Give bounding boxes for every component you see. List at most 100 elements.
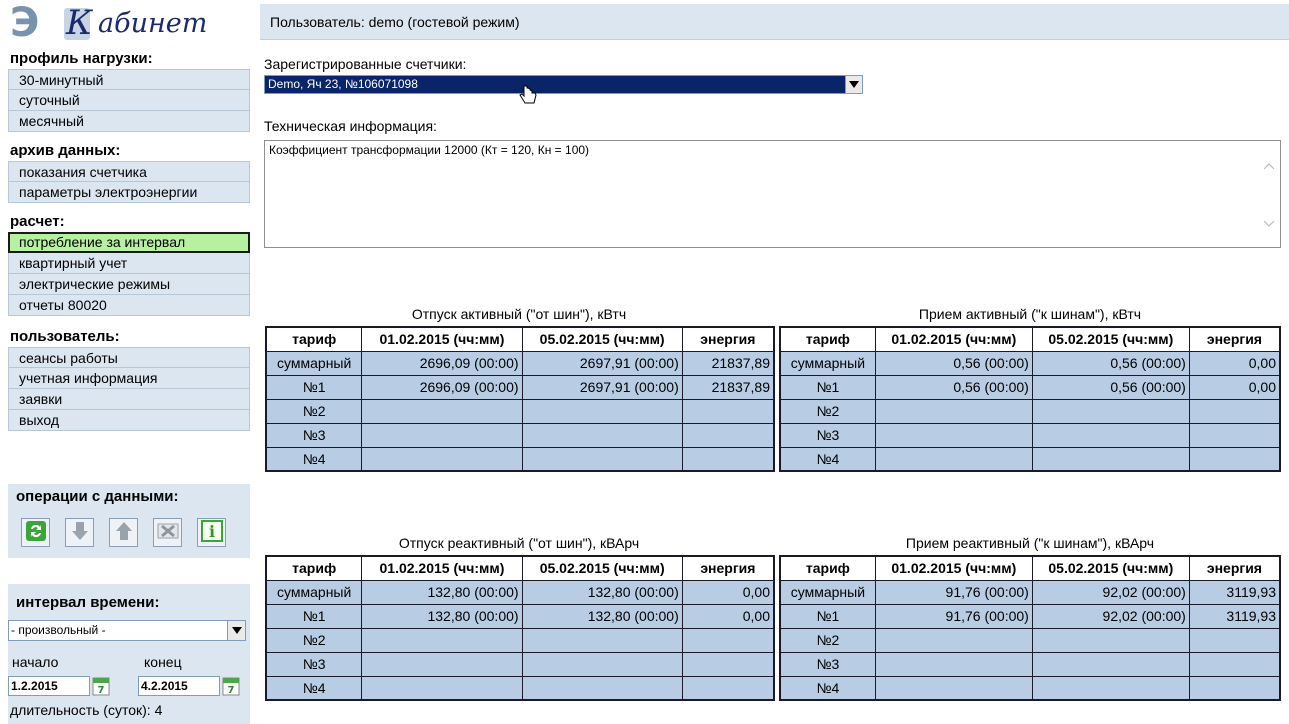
tariff-cell: №4 <box>265 675 363 701</box>
column-header: энергия <box>681 326 775 352</box>
menu-item-account-info[interactable]: учетная информация <box>8 368 250 389</box>
value-cell: 91,76 (00:00) <box>874 579 1033 605</box>
value-cell: 2696,09 (00:00) <box>361 374 523 400</box>
info-button[interactable]: i <box>197 518 226 547</box>
table-row: суммарный 2696,09 (00:00) 2697,91 (00:00) 2… <box>265 350 775 376</box>
menu-item-power-params[interactable]: параметры электроэнергии <box>8 182 250 203</box>
menu-item-electrical-modes[interactable]: электрические режимы <box>8 274 250 295</box>
menu-item-reports-80020[interactable]: отчеты 80020 <box>8 295 250 316</box>
menu-user: пользователь: сеансы работы учетная инфо… <box>8 326 250 431</box>
table-row: суммарный 91,76 (00:00) 92,02 (00:00) 3119,… <box>779 579 1281 605</box>
menu-item-interval-consumption[interactable]: потребление за интервал <box>8 232 250 253</box>
value-cell <box>521 675 683 701</box>
value-cell: 91,76 (00:00) <box>874 603 1033 629</box>
menu-item-daily[interactable]: суточный <box>8 90 250 111</box>
value-cell: 0,00 <box>1188 350 1281 376</box>
table-title-active-in: Прием активный ("к шинам"), кВтч <box>918 306 1142 322</box>
tariff-cell: №2 <box>779 398 876 424</box>
excel-icon <box>157 521 179 544</box>
menu-item-sessions[interactable]: сеансы работы <box>8 347 250 368</box>
tariff-cell: суммарный <box>779 579 876 605</box>
download-button[interactable] <box>65 518 94 547</box>
value-cell <box>1031 651 1190 677</box>
table-row: №4 <box>265 675 775 701</box>
tech-info-textarea[interactable]: Коэффициент трансформации 12000 (Кт = 12… <box>264 140 1281 248</box>
table-header-row: тариф 01.02.2015 (чч:мм) 05.02.2015 (чч:мм… <box>265 326 775 352</box>
menu-item-requests[interactable]: заявки <box>8 389 250 410</box>
menu-item-meter-readings[interactable]: показания счетчика <box>8 161 250 182</box>
value-cell <box>361 398 523 424</box>
value-cell: 132,80 (00:00) <box>361 579 523 605</box>
value-cell: 0,00 <box>1188 374 1281 400</box>
refresh-button[interactable] <box>21 518 50 547</box>
refresh-icon <box>25 520 47 545</box>
column-header: энергия <box>1188 555 1281 581</box>
column-header: 05.02.2015 (чч:мм) <box>521 555 683 581</box>
value-cell: 3119,93 <box>1188 603 1281 629</box>
hand-cursor-icon <box>519 85 537 108</box>
menu-item-30min[interactable]: 30-минутный <box>8 69 250 90</box>
menu-item-monthly[interactable]: месячный <box>8 111 250 132</box>
column-header: тариф <box>265 326 363 352</box>
tariff-cell: №3 <box>779 422 876 448</box>
menu-load-profile: профиль нагрузки: 30-минутный суточный м… <box>8 48 250 132</box>
value-cell: 92,02 (00:00) <box>1031 603 1190 629</box>
interval-select[interactable]: - произвольный - <box>8 620 246 641</box>
value-cell <box>874 446 1033 472</box>
table-header-row: тариф 01.02.2015 (чч:мм) 05.02.2015 (чч:мм… <box>265 555 775 581</box>
table-row: №3 <box>265 651 775 677</box>
value-cell: 92,02 (00:00) <box>1031 579 1190 605</box>
table-title-active-out: Отпуск активный ("от шин"), кВтч <box>411 306 627 322</box>
menu-head-load-profile: профиль нагрузки: <box>8 48 250 69</box>
tariff-cell: №3 <box>265 651 363 677</box>
upload-button[interactable] <box>109 518 138 547</box>
table-row: №3 <box>779 422 1281 448</box>
menu-item-logout[interactable]: выход <box>8 410 250 431</box>
value-cell <box>681 627 775 653</box>
end-date-input[interactable]: 4.2.2015 <box>138 676 220 696</box>
value-cell: 2697,91 (00:00) <box>521 374 683 400</box>
value-cell <box>681 675 775 701</box>
table-row: №4 <box>779 675 1281 701</box>
end-calendar-icon[interactable]: 7 <box>222 676 240 696</box>
tariff-cell: №2 <box>265 398 363 424</box>
value-cell: 21837,89 <box>681 350 775 376</box>
start-label: начало <box>12 654 59 670</box>
value-cell <box>1188 398 1281 424</box>
value-cell <box>874 627 1033 653</box>
meter-select-value: Demo, Яч 23, №106071098 <box>268 77 418 91</box>
chevron-down-icon[interactable] <box>227 621 245 640</box>
chevron-down-icon[interactable] <box>845 76 862 93</box>
table-active-out: тариф 01.02.2015 (чч:мм) 05.02.2015 (чч:мм… <box>265 326 775 472</box>
tariff-cell: №4 <box>779 675 876 701</box>
svg-text:7: 7 <box>98 685 105 696</box>
table-reactive-out: тариф 01.02.2015 (чч:мм) 05.02.2015 (чч:мм… <box>265 555 775 701</box>
excel-button[interactable] <box>153 518 182 547</box>
value-cell: 132,80 (00:00) <box>521 603 683 629</box>
value-cell <box>1188 675 1281 701</box>
menu-item-apartment[interactable]: квартирный учет <box>8 253 250 274</box>
textarea-scrollbar[interactable] <box>1260 141 1278 247</box>
operations-title: операции с данными: <box>16 488 179 505</box>
column-header: 05.02.2015 (чч:мм) <box>1031 555 1190 581</box>
value-cell <box>1031 675 1190 701</box>
operations-panel: операции с данными: i <box>8 484 250 558</box>
value-cell <box>1031 422 1190 448</box>
table-row: №1 91,76 (00:00) 92,02 (00:00) 3119,93 <box>779 603 1281 629</box>
column-header: тариф <box>779 326 876 352</box>
menu-head-calc: расчет: <box>8 211 250 232</box>
interval-title: интервал времени: <box>16 594 160 611</box>
tariff-cell: №1 <box>779 374 876 400</box>
start-calendar-icon[interactable]: 7 <box>92 676 110 696</box>
tariff-cell: №3 <box>779 651 876 677</box>
table-row: суммарный 0,56 (00:00) 0,56 (00:00) 0,00 <box>779 350 1281 376</box>
menu-head-user: пользователь: <box>8 326 250 347</box>
value-cell: 0,56 (00:00) <box>874 374 1033 400</box>
table-row: №3 <box>779 651 1281 677</box>
value-cell <box>681 398 775 424</box>
start-date-input[interactable]: 1.2.2015 <box>8 676 90 696</box>
value-cell: 0,56 (00:00) <box>874 350 1033 376</box>
svg-text:7: 7 <box>228 685 235 696</box>
value-cell: 2696,09 (00:00) <box>361 350 523 376</box>
meter-select[interactable]: Demo, Яч 23, №106071098 <box>264 75 863 94</box>
